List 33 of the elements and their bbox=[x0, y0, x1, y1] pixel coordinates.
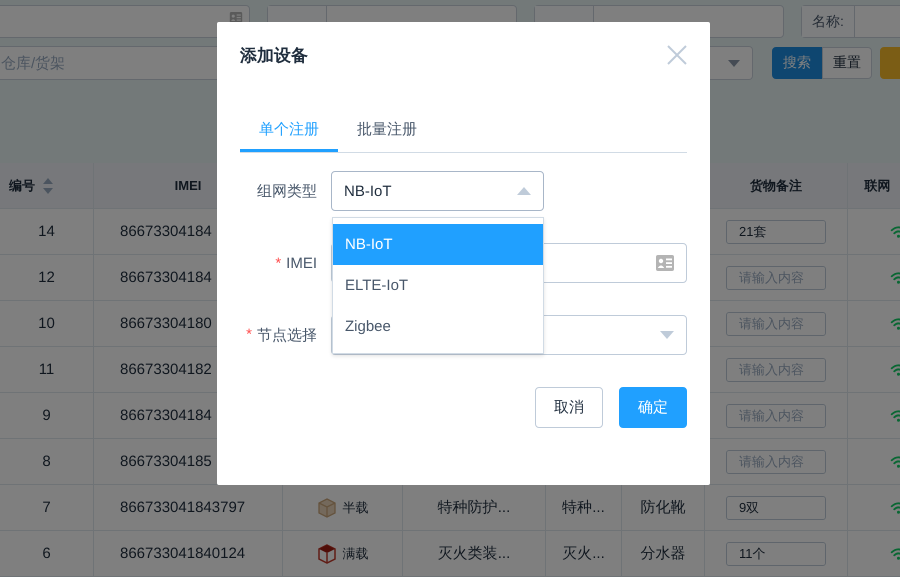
column-header: 编号 bbox=[9, 176, 35, 194]
table-cell: 特种防护... bbox=[438, 498, 510, 517]
load-status: 满载 bbox=[342, 544, 368, 562]
table-cell: 11 bbox=[38, 361, 54, 378]
table-cell: 866733041840124 bbox=[120, 545, 246, 562]
column-header: IMEI bbox=[174, 178, 202, 193]
table-cell: 14 bbox=[38, 223, 55, 240]
table-cell: 86673304184 bbox=[120, 407, 212, 424]
table-cell: 灭火... bbox=[562, 544, 605, 563]
table-cell: 9 bbox=[42, 407, 51, 424]
table-cell: 分水器 bbox=[640, 544, 686, 563]
field-label: 组网类型 bbox=[257, 182, 317, 200]
table-cell: 灭火类装... bbox=[438, 544, 510, 563]
table-cell: 86673304184 bbox=[120, 223, 212, 240]
table-cell: 8 bbox=[42, 453, 51, 470]
column-header: 联网 bbox=[864, 176, 890, 194]
table-cell: 86673304182 bbox=[120, 361, 212, 378]
table-cell: 防化靴 bbox=[640, 498, 686, 517]
table-cell: 866733041843797 bbox=[120, 499, 246, 516]
table-cell: 6 bbox=[42, 545, 51, 562]
table-cell: 86673304184 bbox=[120, 269, 212, 286]
field-label: 节点选择 bbox=[257, 326, 317, 344]
required-mark: * bbox=[275, 254, 282, 272]
load-status: 半载 bbox=[342, 498, 368, 516]
table-cell: 86673304180 bbox=[120, 315, 212, 332]
column-header: 货物备注 bbox=[750, 176, 802, 194]
table-cell: 10 bbox=[38, 315, 55, 332]
table-cell: 86673304185 bbox=[120, 453, 212, 470]
table-cell: 特种... bbox=[562, 498, 605, 517]
table-cell: 7 bbox=[42, 499, 51, 516]
required-mark: * bbox=[246, 326, 252, 344]
table-cell: 12 bbox=[38, 269, 55, 286]
field-label: IMEI bbox=[286, 254, 317, 272]
